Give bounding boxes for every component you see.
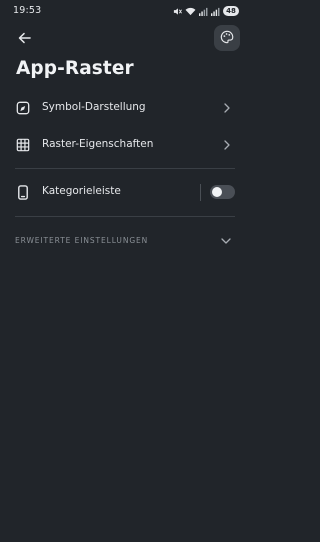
battery-icon: 48: [223, 6, 239, 16]
phone-icon: [15, 184, 31, 200]
chevron-right-icon: [222, 139, 232, 151]
palette-icon: [220, 29, 234, 48]
chevron-down-icon: [220, 236, 232, 246]
settings-item-label: Symbol-Darstellung: [42, 101, 146, 113]
divider: [15, 168, 235, 169]
symbol-icon: [15, 100, 31, 116]
status-bar: 19:53 48: [0, 0, 250, 22]
arrow-left-icon: [18, 29, 31, 48]
signal-icon: [211, 7, 220, 16]
toggle-knob: [212, 187, 222, 197]
advanced-settings-section[interactable]: ERWEITERTE EINSTELLUNGEN: [0, 228, 250, 254]
theme-palette-button[interactable]: [214, 25, 240, 51]
status-time: 19:53: [13, 5, 42, 16]
settings-item-kategorieleiste[interactable]: Kategorieleiste: [0, 175, 250, 209]
status-icons: 48: [173, 5, 239, 17]
page-title: App-Raster: [16, 58, 134, 79]
chevron-right-icon: [222, 102, 232, 114]
back-button[interactable]: [14, 28, 34, 48]
settings-item-label: Raster-Eigenschaften: [42, 138, 154, 150]
settings-item-symbol-darstellung[interactable]: Symbol-Darstellung: [0, 91, 250, 125]
signal-icon: [199, 7, 208, 16]
grid-icon: [15, 137, 31, 153]
kategorieleiste-toggle[interactable]: [210, 185, 235, 199]
app-grid-settings-screen: 19:53 48 App-Raster Symbol-Darstellung R…: [0, 0, 250, 542]
mute-icon: [173, 7, 182, 16]
settings-item-label: Kategorieleiste: [42, 185, 121, 197]
wifi-icon: [185, 7, 196, 16]
divider: [15, 216, 235, 217]
section-label: ERWEITERTE EINSTELLUNGEN: [15, 236, 149, 245]
settings-item-raster-eigenschaften[interactable]: Raster-Eigenschaften: [0, 128, 250, 162]
toggle-separator: [200, 184, 201, 201]
